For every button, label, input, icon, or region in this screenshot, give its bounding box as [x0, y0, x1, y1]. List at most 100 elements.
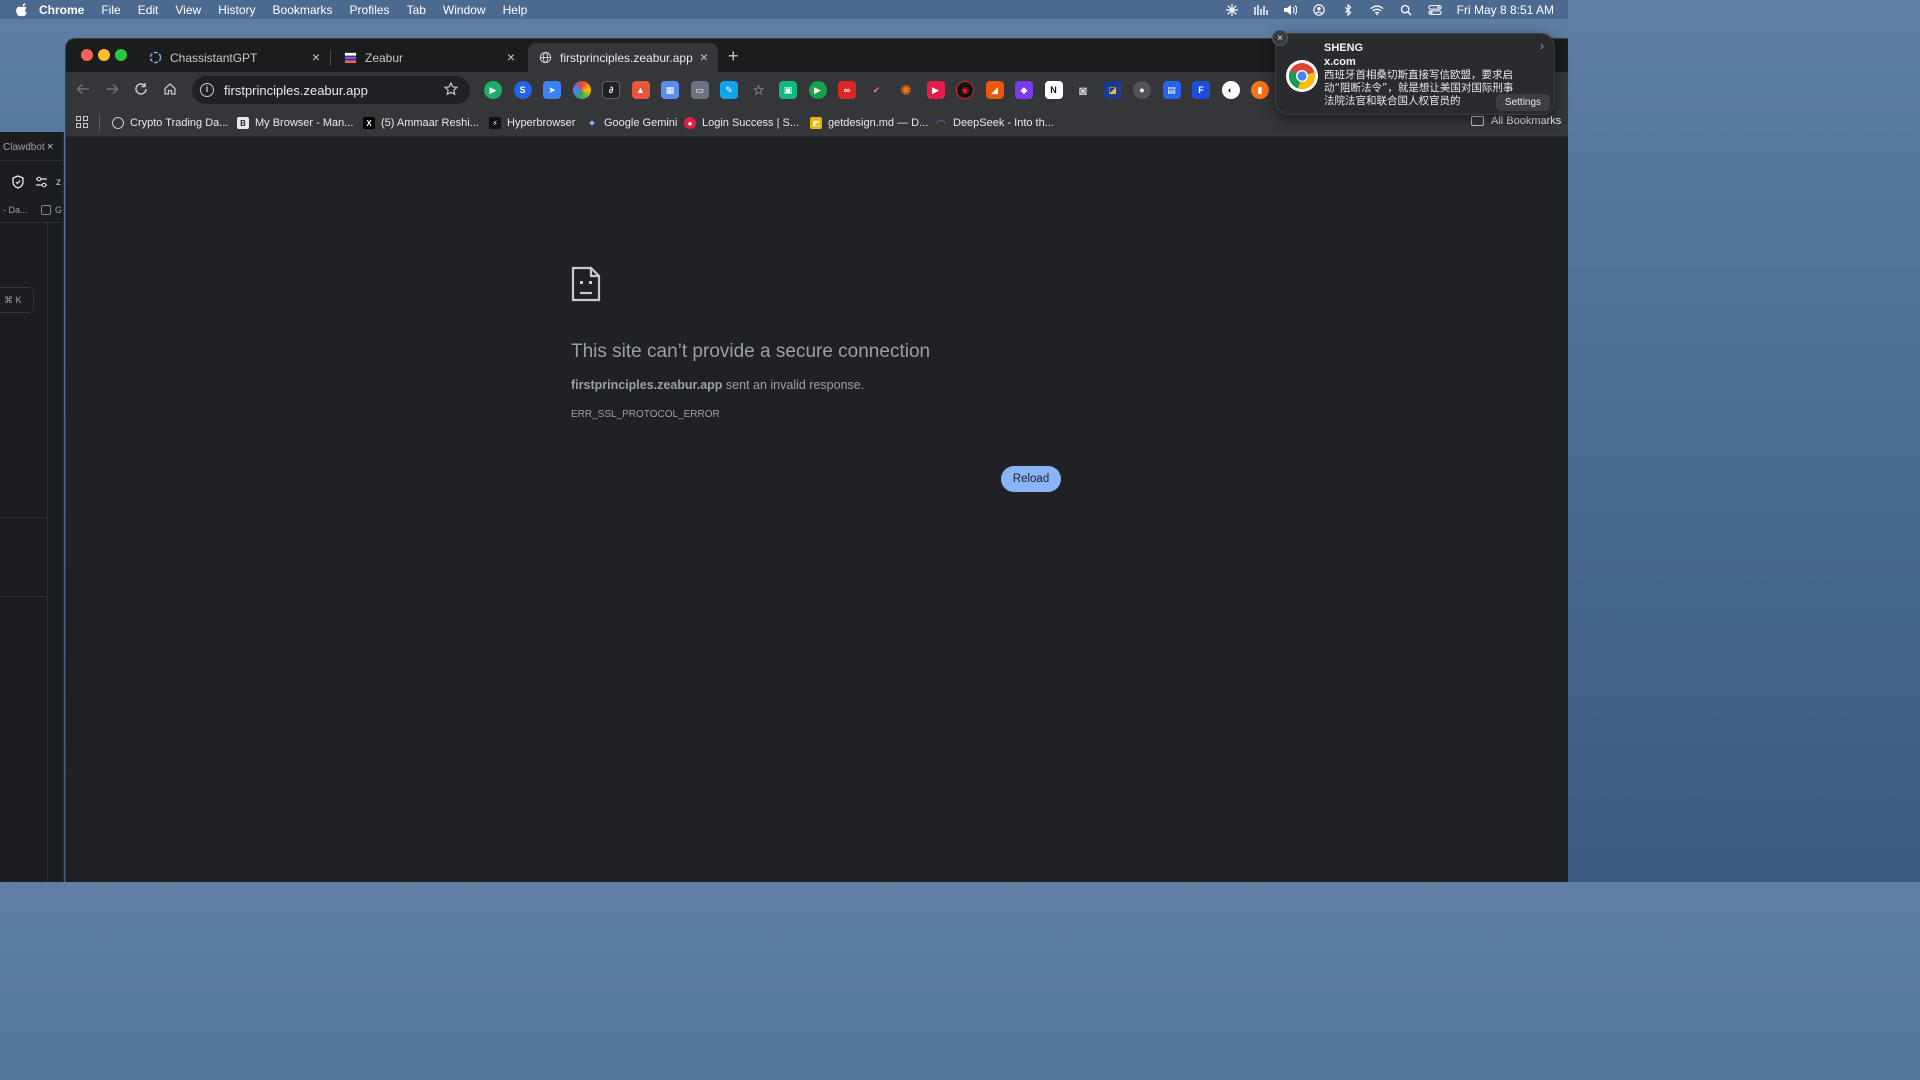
bookmark-label: Google Gemini [604, 117, 678, 129]
window-close-button[interactable] [81, 49, 93, 61]
bookmark-label: Crypto Trading Da... [130, 117, 229, 129]
bookmark-login-success[interactable]: ● Login Success | S... [684, 115, 799, 131]
menu-history[interactable]: History [218, 3, 255, 17]
wifi-icon[interactable] [1370, 4, 1385, 16]
sliders-icon[interactable] [35, 176, 48, 188]
extension-play-icon[interactable]: ▶ [484, 81, 502, 99]
spotlight-search-icon[interactable] [1399, 4, 1414, 16]
extension-chart-icon[interactable]: ▮ [1251, 81, 1269, 99]
bookmark-label: Hyperbrowser [507, 117, 576, 129]
search-shortcut-hint[interactable]: ⌘ K [0, 287, 34, 313]
menu-edit[interactable]: Edit [138, 3, 159, 17]
activity-monitor-icon[interactable] [1254, 4, 1269, 16]
extension-target-icon[interactable]: ◉ [956, 81, 974, 99]
menu-bookmarks[interactable]: Bookmarks [273, 3, 333, 17]
bookmark-star-icon[interactable] [444, 82, 458, 96]
menu-view[interactable]: View [175, 3, 201, 17]
tab-zeabur[interactable]: Zeabur × [331, 43, 525, 72]
new-tab-button[interactable]: + [728, 46, 739, 67]
chevron-right-icon[interactable]: › [1540, 39, 1544, 53]
menu-tab[interactable]: Tab [407, 3, 426, 17]
extension-video-icon[interactable]: ▶ [926, 81, 945, 99]
menubar-clock[interactable]: Fri May 8 8:51 AM [1457, 3, 1554, 17]
menu-profiles[interactable]: Profiles [350, 3, 390, 17]
background-tab-label[interactable]: Clawdbot [3, 142, 45, 153]
home-icon[interactable] [162, 81, 178, 97]
tab-close-icon[interactable]: × [312, 49, 320, 65]
extension-sync-icon[interactable]: S [513, 81, 532, 99]
all-bookmarks-label: All Bookmarks [1491, 115, 1562, 127]
bookmark-ammaar-reshi[interactable]: X (5) Ammaar Reshi... [363, 115, 479, 131]
extension-grid-icon[interactable]: ▦ [661, 81, 679, 99]
extension-save-icon[interactable]: ▣ [779, 81, 797, 99]
external-link-icon[interactable] [41, 205, 51, 215]
apps-grid-icon[interactable] [76, 116, 88, 128]
menu-file[interactable]: File [101, 3, 120, 17]
window-minimize-button[interactable] [98, 49, 110, 61]
extension-chrome-icon[interactable] [572, 81, 591, 99]
bookmark-getdesign[interactable]: ◩ getdesign.md — D... [810, 115, 928, 131]
extension-robot-icon[interactable]: ◙ [1074, 81, 1092, 99]
shield-icon[interactable] [11, 175, 25, 189]
deepseek-icon: ◠ [936, 117, 946, 130]
extension-gamepad-icon[interactable]: ▭ [690, 81, 709, 99]
bookmark-my-browser[interactable]: B My Browser - Man... [237, 115, 353, 131]
all-bookmarks-button[interactable]: All Bookmarks [1471, 115, 1561, 127]
extension-infinity-icon[interactable]: ∞ [838, 81, 856, 99]
back-arrow-icon[interactable] [75, 81, 91, 97]
notification-close-icon[interactable]: × [1272, 30, 1288, 46]
error-title: This site can’t provide a secure connect… [571, 341, 931, 362]
extension-fox-icon[interactable]: ▲ [631, 81, 650, 99]
extension-fire-icon[interactable]: ◢ [985, 81, 1004, 99]
control-center-icon[interactable] [1428, 4, 1443, 16]
menu-app-chrome[interactable]: Chrome [39, 3, 84, 17]
notification-source: x.com [1324, 56, 1356, 68]
address-bar[interactable]: i firstprinciples.zeabur.app [192, 76, 470, 104]
extension-play-circle-icon[interactable]: ▶ [808, 81, 827, 99]
tab-firstprinciples[interactable]: firstprinciples.zeabur.app × [528, 43, 718, 72]
notification-settings-button[interactable]: Settings [1496, 94, 1550, 111]
extension-star-icon[interactable]: ☆ [750, 81, 768, 99]
tab-close-icon[interactable]: × [507, 49, 515, 65]
background-tab-close-icon[interactable]: × [47, 141, 53, 153]
bookmark-google-gemini[interactable]: ✦ Google Gemini [586, 115, 677, 131]
bookmark-crypto-trading[interactable]: Crypto Trading Da... [112, 115, 228, 131]
extension-pin-icon[interactable]: ✔ [868, 81, 886, 99]
reload-icon[interactable] [133, 81, 149, 97]
extension-feather-icon[interactable]: ✎ [720, 81, 738, 99]
extension-browser-icon[interactable]: ▤ [1162, 81, 1181, 99]
extension-notion-icon[interactable]: N [1044, 81, 1063, 99]
sparkle-icon[interactable] [1225, 3, 1240, 16]
extension-dolphin-icon[interactable]: ◐ [1221, 81, 1240, 99]
extension-sparkle-icon[interactable]: ✺ [897, 81, 915, 99]
address-bar-url[interactable]: firstprinciples.zeabur.app [224, 83, 368, 98]
extension-image-icon[interactable]: ◪ [1103, 81, 1122, 99]
tab-title: firstprinciples.zeabur.app [560, 50, 693, 65]
menu-window[interactable]: Window [443, 3, 486, 17]
extension-docs-icon[interactable]: F [1192, 81, 1210, 99]
reload-button[interactable]: Reload [1001, 466, 1061, 492]
x-icon: X [363, 117, 375, 129]
tab-close-icon[interactable]: × [700, 49, 708, 65]
extension-ai-icon[interactable]: ◆ [1015, 81, 1033, 99]
design-icon: ◩ [810, 117, 822, 129]
error-host: firstprinciples.zeabur.app [571, 378, 723, 392]
bookmark-hyperbrowser[interactable]: ⚡ Hyperbrowser [489, 115, 575, 131]
user-account-icon[interactable] [1312, 3, 1327, 16]
notification-title: SHENG [1324, 42, 1364, 54]
bluetooth-icon[interactable] [1341, 3, 1356, 16]
apple-logo-icon[interactable] [15, 2, 29, 17]
extension-link-icon[interactable]: ∂ [602, 81, 620, 99]
volume-icon[interactable] [1283, 4, 1298, 16]
folder-icon [1471, 116, 1484, 126]
extension-send-icon[interactable]: ➤ [543, 81, 561, 99]
chrome-notification[interactable]: × SHENG x.com 西班牙首相桑切斯直接写信欧盟，要求启动“阻断法令”，… [1272, 30, 1555, 115]
tab-chassistantgpt[interactable]: ChassistantGPT × [136, 43, 330, 72]
window-zoom-button[interactable] [115, 49, 127, 61]
menu-help[interactable]: Help [503, 3, 528, 17]
bookmark-deepseek[interactable]: ◠ DeepSeek - Into th... [935, 115, 1054, 131]
site-info-icon[interactable]: i [200, 83, 214, 97]
extension-blocked-icon[interactable]: ● [1133, 81, 1151, 99]
forward-arrow-icon[interactable] [104, 81, 120, 97]
bookmark-label: getdesign.md — D... [828, 117, 929, 129]
